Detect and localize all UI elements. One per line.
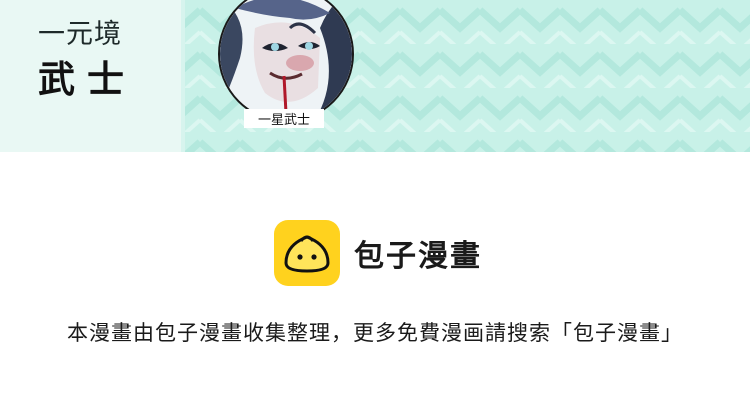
panel-divider [181,0,185,152]
steamed-bun-icon [274,220,340,286]
brand-name: 包子漫畫 [354,239,482,274]
brand-logo: 包子漫畫 [274,220,482,286]
rank-title: 武士 [38,58,136,101]
chapter-banner: 一元境 武士 一星武士 [0,0,750,152]
portrait-caption: 一星武士 [244,109,324,128]
source-notice: 本漫畫由包子漫畫收集整理，更多免費漫画請搜索「包子漫畫」 [67,321,683,345]
realm-title: 一元境 [38,19,122,50]
